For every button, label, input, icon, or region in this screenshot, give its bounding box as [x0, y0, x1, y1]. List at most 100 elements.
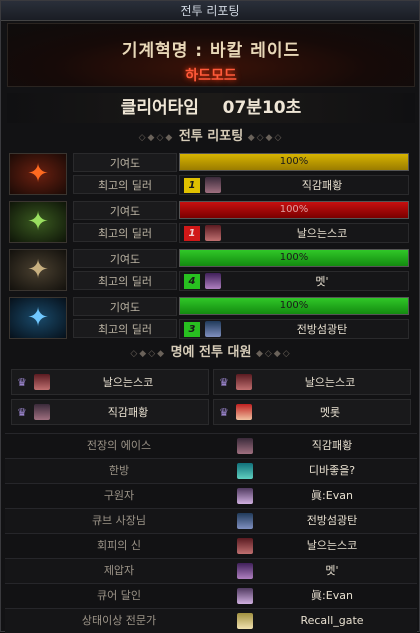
party-row-2: ✦ 기여도 100% 최고의 딜러 1 날으는스코	[7, 201, 415, 245]
wind-emblem-icon: ✦	[9, 201, 67, 243]
divider-ornament-icon: ◆◇◆◇	[255, 349, 292, 359]
honor-member-name: 날으는스코	[304, 376, 356, 389]
divider-ornament-icon: ◇◆◇◆	[138, 133, 175, 143]
rank-badge: 1	[184, 178, 200, 193]
award-row: 한방 디바좋을?	[5, 458, 417, 483]
contribution-label: 기여도	[73, 153, 177, 172]
avatar	[237, 563, 253, 579]
best-dealer-label: 최고의 딜러	[73, 223, 177, 242]
metal-emblem-icon: ✦	[9, 249, 67, 291]
award-row: 제압자 멧'	[5, 558, 417, 583]
avatar	[237, 463, 253, 479]
avatar	[236, 404, 252, 420]
best-dealer-label: 최고의 딜러	[73, 319, 177, 338]
best-dealer: 1 날으는스코	[179, 223, 409, 243]
honor-members: ♛ 날으는스코 ♛ 날으는스코 ♛ 직감패황 ♛ 멧롯	[11, 369, 411, 427]
avatar	[205, 225, 221, 241]
honor-section-title: ◇◆◇◆ 명예 전투 대원 ◆◇◆◇	[7, 343, 415, 363]
contribution-value: 100%	[279, 156, 309, 167]
award-recipient: 眞:Evan	[311, 589, 353, 602]
dealer-name: 전방섬광탄	[296, 323, 348, 336]
battle-report-window: 전투 리포팅 기계혁명 : 바칼 레이드 하드모드 클리어타임 07분10초 ◇…	[0, 0, 420, 633]
awards-list: 전장의 에이스 직감패황 한방 디바좋을? 구원자 眞:Evan 큐브 사장님 …	[5, 433, 417, 633]
contribution-bar: 100%	[179, 201, 409, 219]
honor-member-name: 멧롯	[319, 406, 341, 419]
honor-member-name: 날으는스코	[102, 376, 154, 389]
rank-badge: 4	[184, 274, 200, 289]
avatar	[34, 374, 50, 390]
contribution-bar: 100%	[179, 153, 409, 171]
best-dealer: 3 전방섬광탄	[179, 319, 409, 339]
raid-mode: 하드모드	[185, 68, 237, 84]
honor-member: ♛ 직감패황	[11, 399, 209, 425]
award-row: 회피의 신 날으는스코	[5, 533, 417, 558]
clear-time-value: 07분10초	[222, 98, 302, 118]
battle-report-section-title: ◇◆◇◆ 전투 리포팅 ◆◇◆◇	[7, 127, 415, 147]
award-recipient: 전방섬광탄	[306, 514, 358, 527]
contribution-label: 기여도	[73, 249, 177, 268]
award-row: 큐어 달인 眞:Evan	[5, 583, 417, 608]
party-row-3: ✦ 기여도 100% 최고의 딜러 4 멧'	[7, 249, 415, 293]
avatar	[236, 374, 252, 390]
award-row: 구원자 眞:Evan	[5, 483, 417, 508]
award-title: 제압자	[103, 564, 135, 577]
dealer-name: 직감패황	[301, 179, 343, 192]
divider-ornament-icon: ◇◆◇◆	[130, 349, 167, 359]
crown-icon: ♛	[219, 406, 229, 419]
ice-emblem-icon: ✦	[9, 297, 67, 339]
avatar	[205, 177, 221, 193]
party-row-4: ✦ 기여도 100% 최고의 딜러 3 전방섬광탄	[7, 297, 415, 341]
dealer-name: 날으는스코	[296, 227, 348, 240]
award-row: 전장의 에이스 직감패황	[5, 433, 417, 458]
dealer-name: 멧'	[315, 275, 329, 288]
avatar	[237, 613, 253, 629]
honor-member: ♛ 날으는스코	[213, 369, 411, 395]
avatar	[237, 438, 253, 454]
honor-member: ♛ 멧롯	[213, 399, 411, 425]
award-recipient: 디바좋을?	[308, 464, 356, 477]
divider-ornament-icon: ◆◇◆◇	[247, 133, 284, 143]
clear-time: 클리어타임 07분10초	[7, 93, 415, 123]
rank-badge: 3	[184, 322, 200, 337]
award-recipient: Recall_gate	[300, 614, 364, 627]
best-dealer-label: 최고의 딜러	[73, 271, 177, 290]
raid-header: 기계혁명 : 바칼 레이드 하드모드	[7, 23, 415, 87]
avatar	[34, 404, 50, 420]
best-dealer: 1 직감패황	[179, 175, 409, 195]
clear-time-label: 클리어타임	[120, 98, 199, 118]
award-title: 회피의 신	[97, 539, 141, 552]
rank-badge: 1	[184, 226, 200, 241]
avatar	[205, 321, 221, 337]
award-title: 구원자	[103, 489, 135, 502]
contribution-bar: 100%	[179, 297, 409, 315]
crown-icon: ♛	[17, 406, 27, 419]
honor-member-name: 직감패황	[107, 406, 149, 419]
contribution-label: 기여도	[73, 201, 177, 220]
battle-report-heading: 전투 리포팅	[178, 129, 244, 144]
award-recipient: 직감패황	[311, 439, 353, 452]
award-recipient: 멧'	[325, 564, 339, 577]
window-title: 전투 리포팅	[1, 1, 419, 21]
award-title: 상태이상 전문가	[81, 614, 157, 627]
contribution-value: 100%	[279, 204, 309, 215]
award-recipient: 眞:Evan	[311, 489, 353, 502]
honor-heading: 명예 전투 대원	[170, 345, 252, 360]
honor-member: ♛ 날으는스코	[11, 369, 209, 395]
contribution-label: 기여도	[73, 297, 177, 316]
award-row: 큐브 사장님 전방섬광탄	[5, 508, 417, 533]
avatar	[237, 588, 253, 604]
avatar	[237, 538, 253, 554]
contribution-bar: 100%	[179, 249, 409, 267]
avatar	[205, 273, 221, 289]
award-recipient: 날으는스코	[306, 539, 358, 552]
best-dealer: 4 멧'	[179, 271, 409, 291]
award-title: 큐어 달인	[97, 589, 141, 602]
contribution-value: 100%	[279, 252, 309, 263]
raid-name: 기계혁명 : 바칼 레이드	[121, 41, 301, 61]
party-row-1: ✦ 기여도 100% 최고의 딜러 1 직감패황	[7, 153, 415, 197]
award-title: 큐브 사장님	[91, 514, 147, 527]
contribution-value: 100%	[279, 300, 309, 311]
award-row: 상태이상 전문가 Recall_gate	[5, 608, 417, 633]
award-title: 한방	[108, 464, 130, 477]
avatar	[237, 488, 253, 504]
